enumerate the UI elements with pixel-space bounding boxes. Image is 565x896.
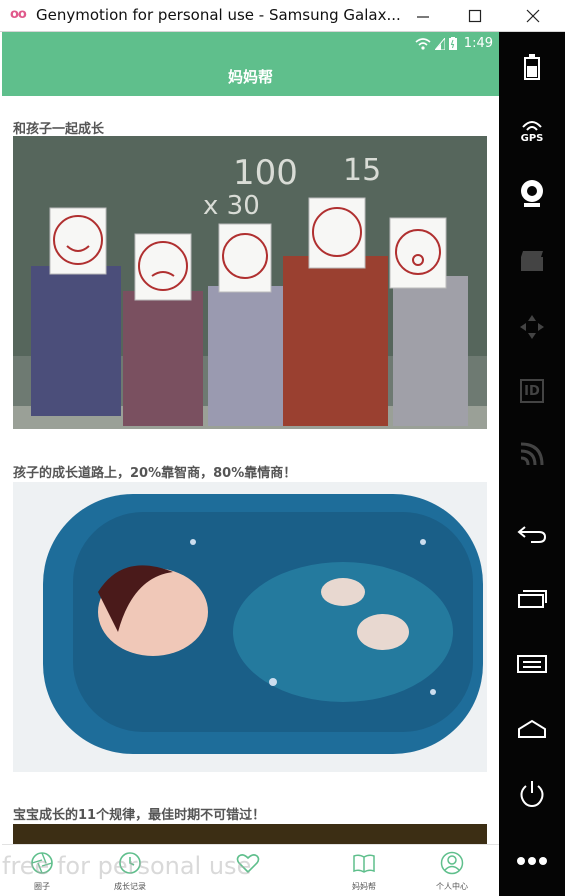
user-icon: [440, 851, 464, 875]
back-button[interactable]: [499, 517, 565, 551]
page-title: 妈妈帮: [227, 67, 273, 86]
nav-item-mama-help[interactable]: 妈妈帮: [324, 845, 404, 896]
webcam-button[interactable]: [499, 177, 565, 211]
nav-label: 成长记录: [114, 882, 146, 891]
gps-icon: [522, 120, 542, 131]
child-in-blue-bath-photo[interactable]: [13, 482, 487, 772]
svg-text:100: 100: [233, 153, 298, 193]
cast-icon: [520, 442, 544, 466]
close-button[interactable]: [505, 0, 561, 32]
article-title: 孩子的成长道路上，20%靠智商，80%靠情商！: [13, 466, 297, 481]
cast-button[interactable]: [499, 437, 565, 471]
nav-label: 圈子: [34, 882, 50, 891]
recent-apps-button[interactable]: [499, 582, 565, 616]
recent-apps-icon: [518, 590, 547, 608]
camera-icon: [521, 180, 543, 207]
window-title: Genymotion for personal use - Samsung Ga…: [36, 6, 401, 24]
maximize-icon: [468, 9, 482, 23]
device-screen: 1:49 妈妈帮 和孩子一起成长 100 x 30 15 孩子的成长道路上，20…: [2, 32, 499, 896]
battery-status-icon: [449, 37, 457, 50]
menu-icon: [517, 655, 547, 673]
maximize-button[interactable]: [447, 0, 503, 32]
article-image[interactable]: [13, 824, 487, 844]
minimize-icon: [417, 16, 429, 18]
menu-button[interactable]: [499, 647, 565, 681]
wifi-icon: [415, 37, 431, 50]
genymotion-logo-icon: oo: [10, 7, 27, 22]
gps-label: GPS: [520, 132, 544, 144]
android-status-bar: 1:49: [2, 32, 499, 56]
more-icon: [517, 857, 547, 865]
device-id-button[interactable]: ID: [499, 374, 565, 408]
id-icon: ID: [520, 379, 544, 403]
app-header: 妈妈帮: [2, 56, 499, 96]
dpad-button[interactable]: [499, 310, 565, 344]
dpad-icon: [520, 315, 544, 339]
battery-icon: [524, 54, 540, 80]
watermark-text: free for personal use: [2, 852, 252, 880]
article-title: 宝宝成长的11个规律，最佳时期不可错过！: [13, 808, 266, 823]
minimize-button[interactable]: [395, 0, 451, 32]
book-icon: [353, 854, 375, 873]
signal-icon: [435, 37, 445, 50]
nav-item-profile[interactable]: 个人中心: [412, 845, 492, 896]
nav-label: 妈妈帮: [352, 882, 376, 891]
power-button[interactable]: [499, 777, 565, 811]
kids-with-face-drawings-photo[interactable]: 100 x 30 15: [13, 136, 487, 429]
nav-label: 个人中心: [436, 882, 468, 891]
media-icon: [521, 251, 543, 271]
more-button[interactable]: [499, 844, 565, 878]
gps-button[interactable]: GPS: [499, 114, 565, 148]
article-title: 和孩子一起成长: [13, 122, 105, 137]
window-titlebar: oo Genymotion for personal use - Samsung…: [0, 0, 565, 32]
close-icon: [526, 9, 540, 23]
back-icon: [517, 526, 547, 543]
power-icon: [520, 781, 544, 808]
genymotion-sidebar: GPS ID: [499, 32, 565, 896]
status-time: 1:49: [463, 36, 493, 51]
media-button[interactable]: [499, 244, 565, 278]
home-button[interactable]: [499, 712, 565, 746]
battery-button[interactable]: [499, 52, 565, 82]
home-icon: [518, 719, 546, 738]
svg-text:x 30: x 30: [203, 191, 260, 221]
svg-text:15: 15: [343, 153, 381, 188]
